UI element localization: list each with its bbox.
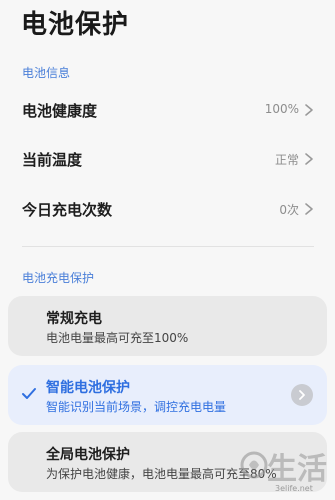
page-title: 电池保护 (21, 10, 130, 40)
option-title: 智能电池保护 (46, 380, 130, 396)
row-label: 当前温度 (22, 151, 83, 169)
row-label: 电池健康度 (22, 102, 98, 120)
chevron-right-icon (305, 153, 313, 165)
section-header-battery-info: 电池信息 (22, 66, 71, 80)
row-value: 正常 (274, 153, 299, 167)
section-header-charge-protection: 电池充电保护 (22, 271, 95, 285)
option-smart-battery-protection[interactable]: 智能电池保护 智能识别当前场景，调控充电电量 (8, 365, 327, 425)
checkmark-icon (22, 388, 36, 399)
option-subtitle: 智能识别当前场景，调控充电电量 (46, 400, 227, 414)
watermark-url: 3elife.net (275, 484, 313, 493)
chevron-right-icon (305, 203, 313, 215)
chevron-right-icon (305, 104, 313, 116)
row-label: 今日充电次数 (22, 201, 113, 219)
row-value: 0次 (279, 203, 299, 217)
watermark-text: 生活 (267, 452, 327, 487)
option-title: 全局电池保护 (46, 447, 130, 463)
option-details-button[interactable] (291, 384, 313, 406)
option-subtitle: 电池电量最高可充至100% (46, 331, 189, 345)
option-normal-charging[interactable]: 常规充电 电池电量最高可充至100% (8, 296, 327, 356)
divider (22, 246, 314, 247)
watermark: 生活 3elife.net (237, 442, 329, 496)
row-charge-count-today[interactable]: 今日充电次数 0次 (0, 189, 335, 229)
row-battery-health[interactable]: 电池健康度 100% (0, 90, 335, 130)
row-value: 100% (264, 102, 299, 116)
watermark-logo-icon (240, 451, 268, 479)
row-current-temperature[interactable]: 当前温度 正常 (0, 139, 335, 179)
chevron-right-icon (299, 390, 305, 400)
option-title: 常规充电 (46, 311, 102, 327)
